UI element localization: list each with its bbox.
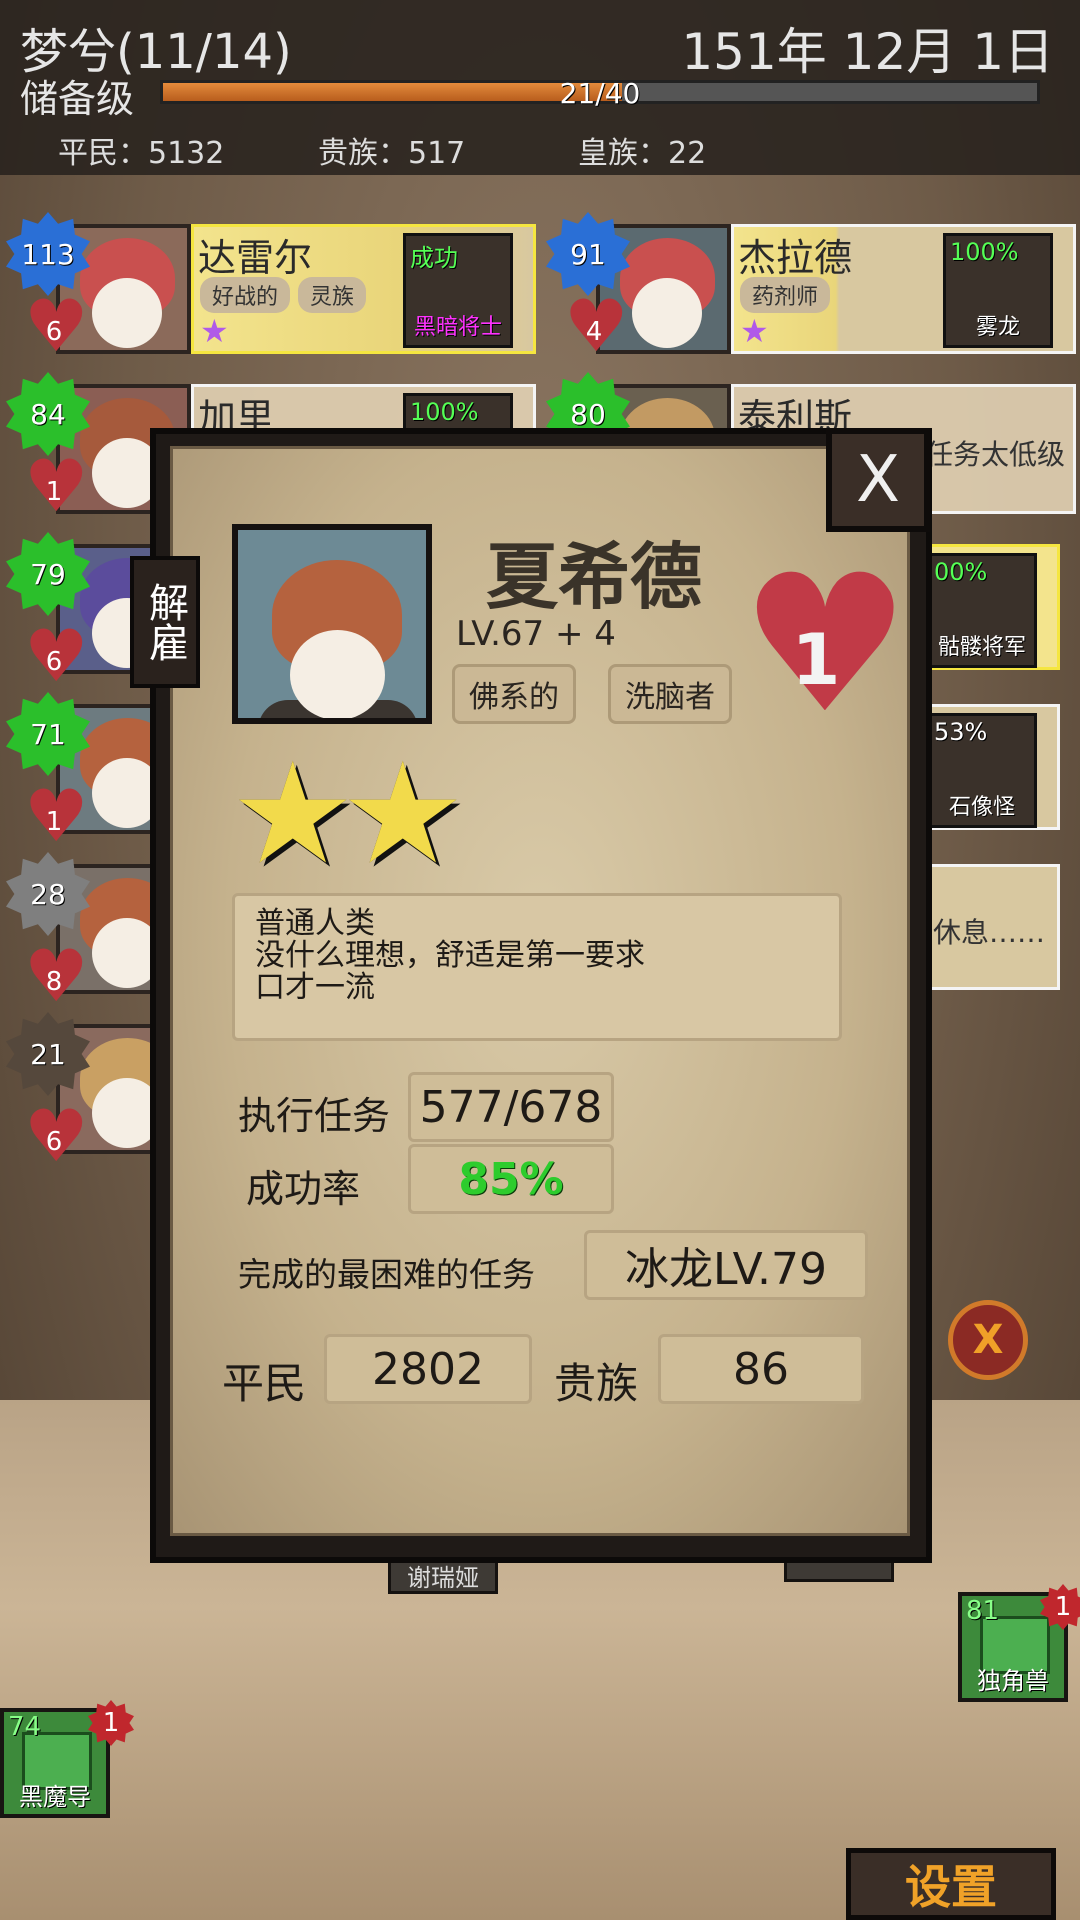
task-status: 00% (934, 558, 988, 586)
task-status: 成功 (410, 244, 458, 272)
royals-count: 皇族：22 (578, 136, 707, 171)
modal-commoners-label: 平民 (222, 1359, 307, 1408)
missions-label: 执行任务 (238, 1094, 391, 1138)
heart-icon: 6 (24, 290, 89, 362)
trait-tag: 洗脑者 (608, 664, 732, 724)
reward-level: 81 (966, 1596, 1000, 1626)
hero-card[interactable]: 113 6 达雷尔 好战的 灵族 ★ 成功 黑暗将士 (6, 212, 536, 362)
hardest-mission-value: 冰龙LV.79 (584, 1230, 868, 1300)
heart-icon: 1 (24, 450, 89, 522)
xp-text: 21/40 (559, 77, 641, 110)
task-name: 石像怪 (948, 795, 1015, 820)
star-icon: ★ (200, 312, 229, 350)
modal-nobles-value: 86 (658, 1334, 864, 1404)
hero-panel: 杰拉德 药剂师 ★ 100% 雾龙 (731, 224, 1076, 354)
hero-name: 杰拉德 (738, 236, 853, 280)
star-icon: ★ (740, 312, 769, 350)
reward-level: 74 (8, 1712, 42, 1742)
task-box: 100% 雾龙 (943, 233, 1053, 348)
hero-level: LV.67 + 4 (456, 614, 616, 654)
heart-icon: 8 (24, 940, 89, 1012)
description-line: 普通人类 (255, 906, 375, 941)
success-rate-value: 85% (408, 1144, 614, 1214)
task-name: 任务太低级 (924, 438, 1065, 471)
success-rate-label: 成功率 (246, 1167, 361, 1211)
heart-icon: 6 (24, 620, 89, 692)
task-box: 00% 骷髅将军 (927, 553, 1037, 668)
modal-nobles-label: 贵族 (554, 1359, 639, 1408)
x-emblem-icon[interactable]: X (948, 1300, 1028, 1380)
settings-button[interactable]: 设置 (846, 1848, 1056, 1920)
task-name: 黑暗将士 (413, 315, 502, 340)
hero-tag: 灵族 (298, 277, 367, 313)
hero-tag: 好战的 (200, 277, 291, 313)
xp-bar: 21/40 (160, 77, 1040, 110)
heart-icon: 6 (24, 1100, 89, 1172)
description-line: 没什么理想，舒适是第一要求 (255, 938, 645, 973)
hero-description: 普通人类 没什么理想，舒适是第一要求 口才一流 (232, 893, 842, 1041)
top-bar: 梦兮(11/14) 151年 12月 1日 储备级 21/40 平民：5132 … (0, 0, 1080, 175)
task-status: 100% (950, 238, 1019, 266)
task-status: 53% (934, 718, 988, 746)
task-box: 成功 黑暗将士 (403, 233, 513, 348)
hero-panel: 达雷尔 好战的 灵族 ★ 成功 黑暗将士 (191, 224, 536, 354)
description-line: 口才一流 (255, 970, 375, 1005)
missions-value: 577/678 (408, 1072, 614, 1142)
heart-icon: 4 (564, 290, 629, 362)
hero-card[interactable]: 91 4 杰拉德 药剂师 ★ 100% 雾龙 (546, 212, 1076, 362)
close-button[interactable]: X (826, 428, 930, 532)
heart-icon: 1 (24, 780, 89, 852)
reward-label: 独角兽 (977, 1667, 1049, 1695)
task-name: 雾龙 (975, 315, 1020, 340)
heart-icon-large: 1 (740, 550, 910, 740)
hardest-mission-label: 完成的最困难的任务 (238, 1255, 535, 1294)
commoners-count: 平民：5132 (58, 136, 225, 171)
game-date: 151年 12月 1日 (681, 23, 1054, 81)
task-box: 53% 石像怪 (927, 713, 1037, 828)
hero-name: 达雷尔 (198, 236, 313, 280)
rank-label: 储备级 (20, 77, 135, 121)
task-name: 骷髅将军 (937, 635, 1026, 660)
hero-name-large: 夏希德 (486, 534, 703, 619)
star-icon: ★ (340, 733, 466, 896)
star-icon: ★ (230, 733, 356, 896)
reward-label: 黑魔导 (19, 1783, 91, 1811)
modal-commoners-value: 2802 (324, 1334, 532, 1404)
task-status: 100% (410, 398, 479, 426)
hero-portrait-large (232, 524, 432, 724)
rest-status: 休息…… (933, 916, 1046, 949)
hero-tag: 药剂师 (740, 277, 831, 313)
trait-tag: 佛系的 (452, 664, 576, 724)
fire-button[interactable]: 解雇 (130, 556, 200, 688)
nobles-count: 贵族：517 (318, 136, 466, 171)
